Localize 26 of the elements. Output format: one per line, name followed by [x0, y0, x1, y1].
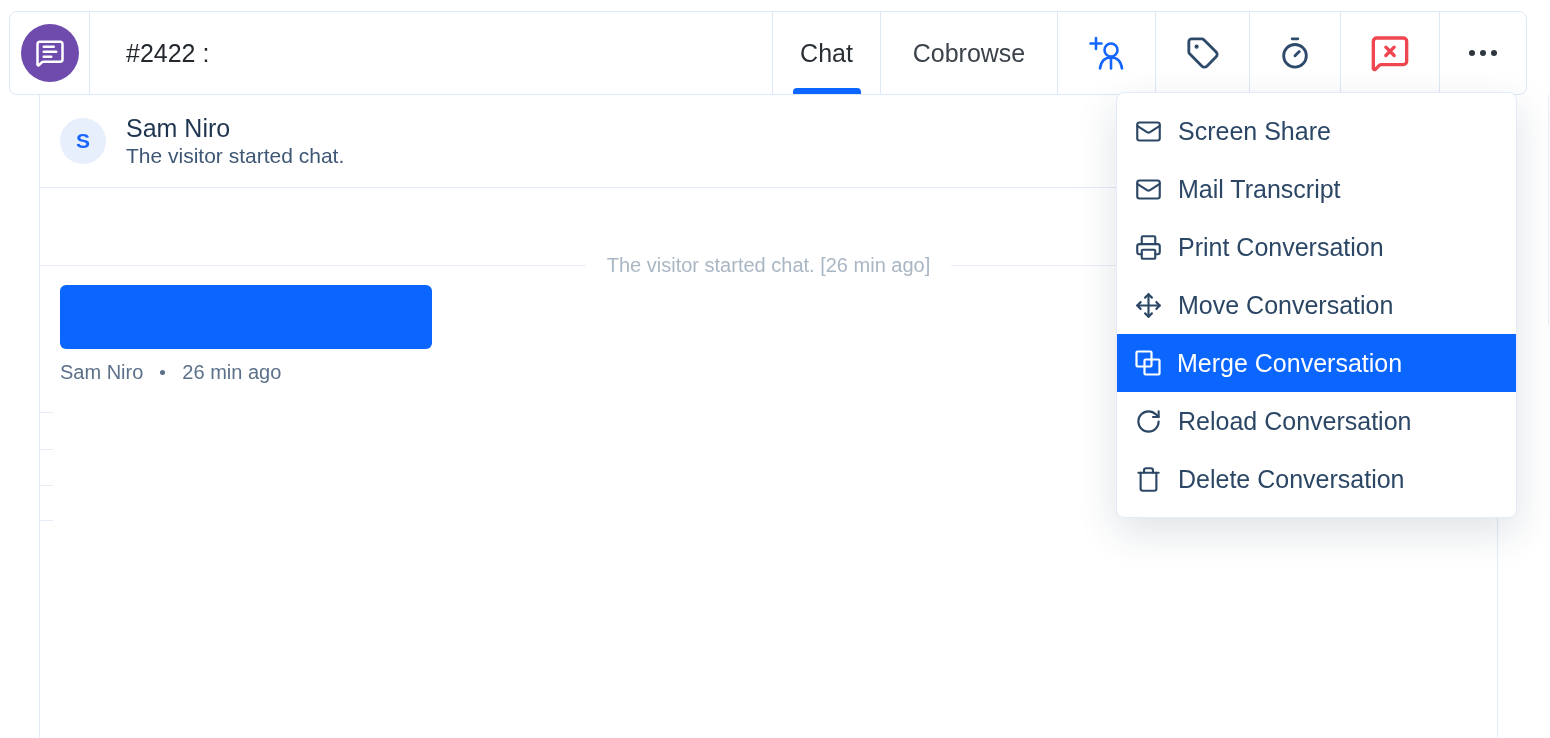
menu-item[interactable]: Delete Conversation: [1117, 450, 1516, 508]
message-x-icon: [1370, 33, 1410, 73]
overlapping-squares-icon: [1135, 350, 1161, 376]
menu-item[interactable]: Reload Conversation: [1117, 392, 1516, 450]
chat-bubble-icon: [20, 24, 79, 82]
tag-icon: [1185, 36, 1220, 70]
menu-item[interactable]: Screen Share: [1117, 102, 1516, 160]
menu-item[interactable]: Print Conversation: [1117, 218, 1516, 276]
menu-item[interactable]: Move Conversation: [1117, 276, 1516, 334]
menu-item[interactable]: Merge Conversation: [1117, 334, 1516, 392]
visitor-avatar: S: [60, 118, 106, 164]
menu-item[interactable]: Mail Transcript: [1117, 160, 1516, 218]
trash-icon: [1135, 465, 1162, 493]
tab[interactable]: Cobrowse: [880, 12, 1057, 94]
reload-icon: [1135, 407, 1162, 435]
conversation-title: #2422 :: [126, 38, 210, 68]
system-message: The visitor started chat. [26 min ago]: [606, 253, 931, 277]
add-person-icon: [1088, 36, 1125, 70]
message-time: 26 min ago: [182, 360, 282, 384]
four-arrows-icon: [1135, 291, 1162, 319]
more-icon: [1469, 50, 1497, 56]
visitor-status: The visitor started chat.: [126, 143, 345, 169]
visitor-name: Sam Niro: [126, 113, 232, 143]
tab[interactable]: Chat: [772, 12, 880, 94]
printer-icon: [1135, 233, 1162, 261]
message-author: Sam Niro: [60, 360, 144, 384]
